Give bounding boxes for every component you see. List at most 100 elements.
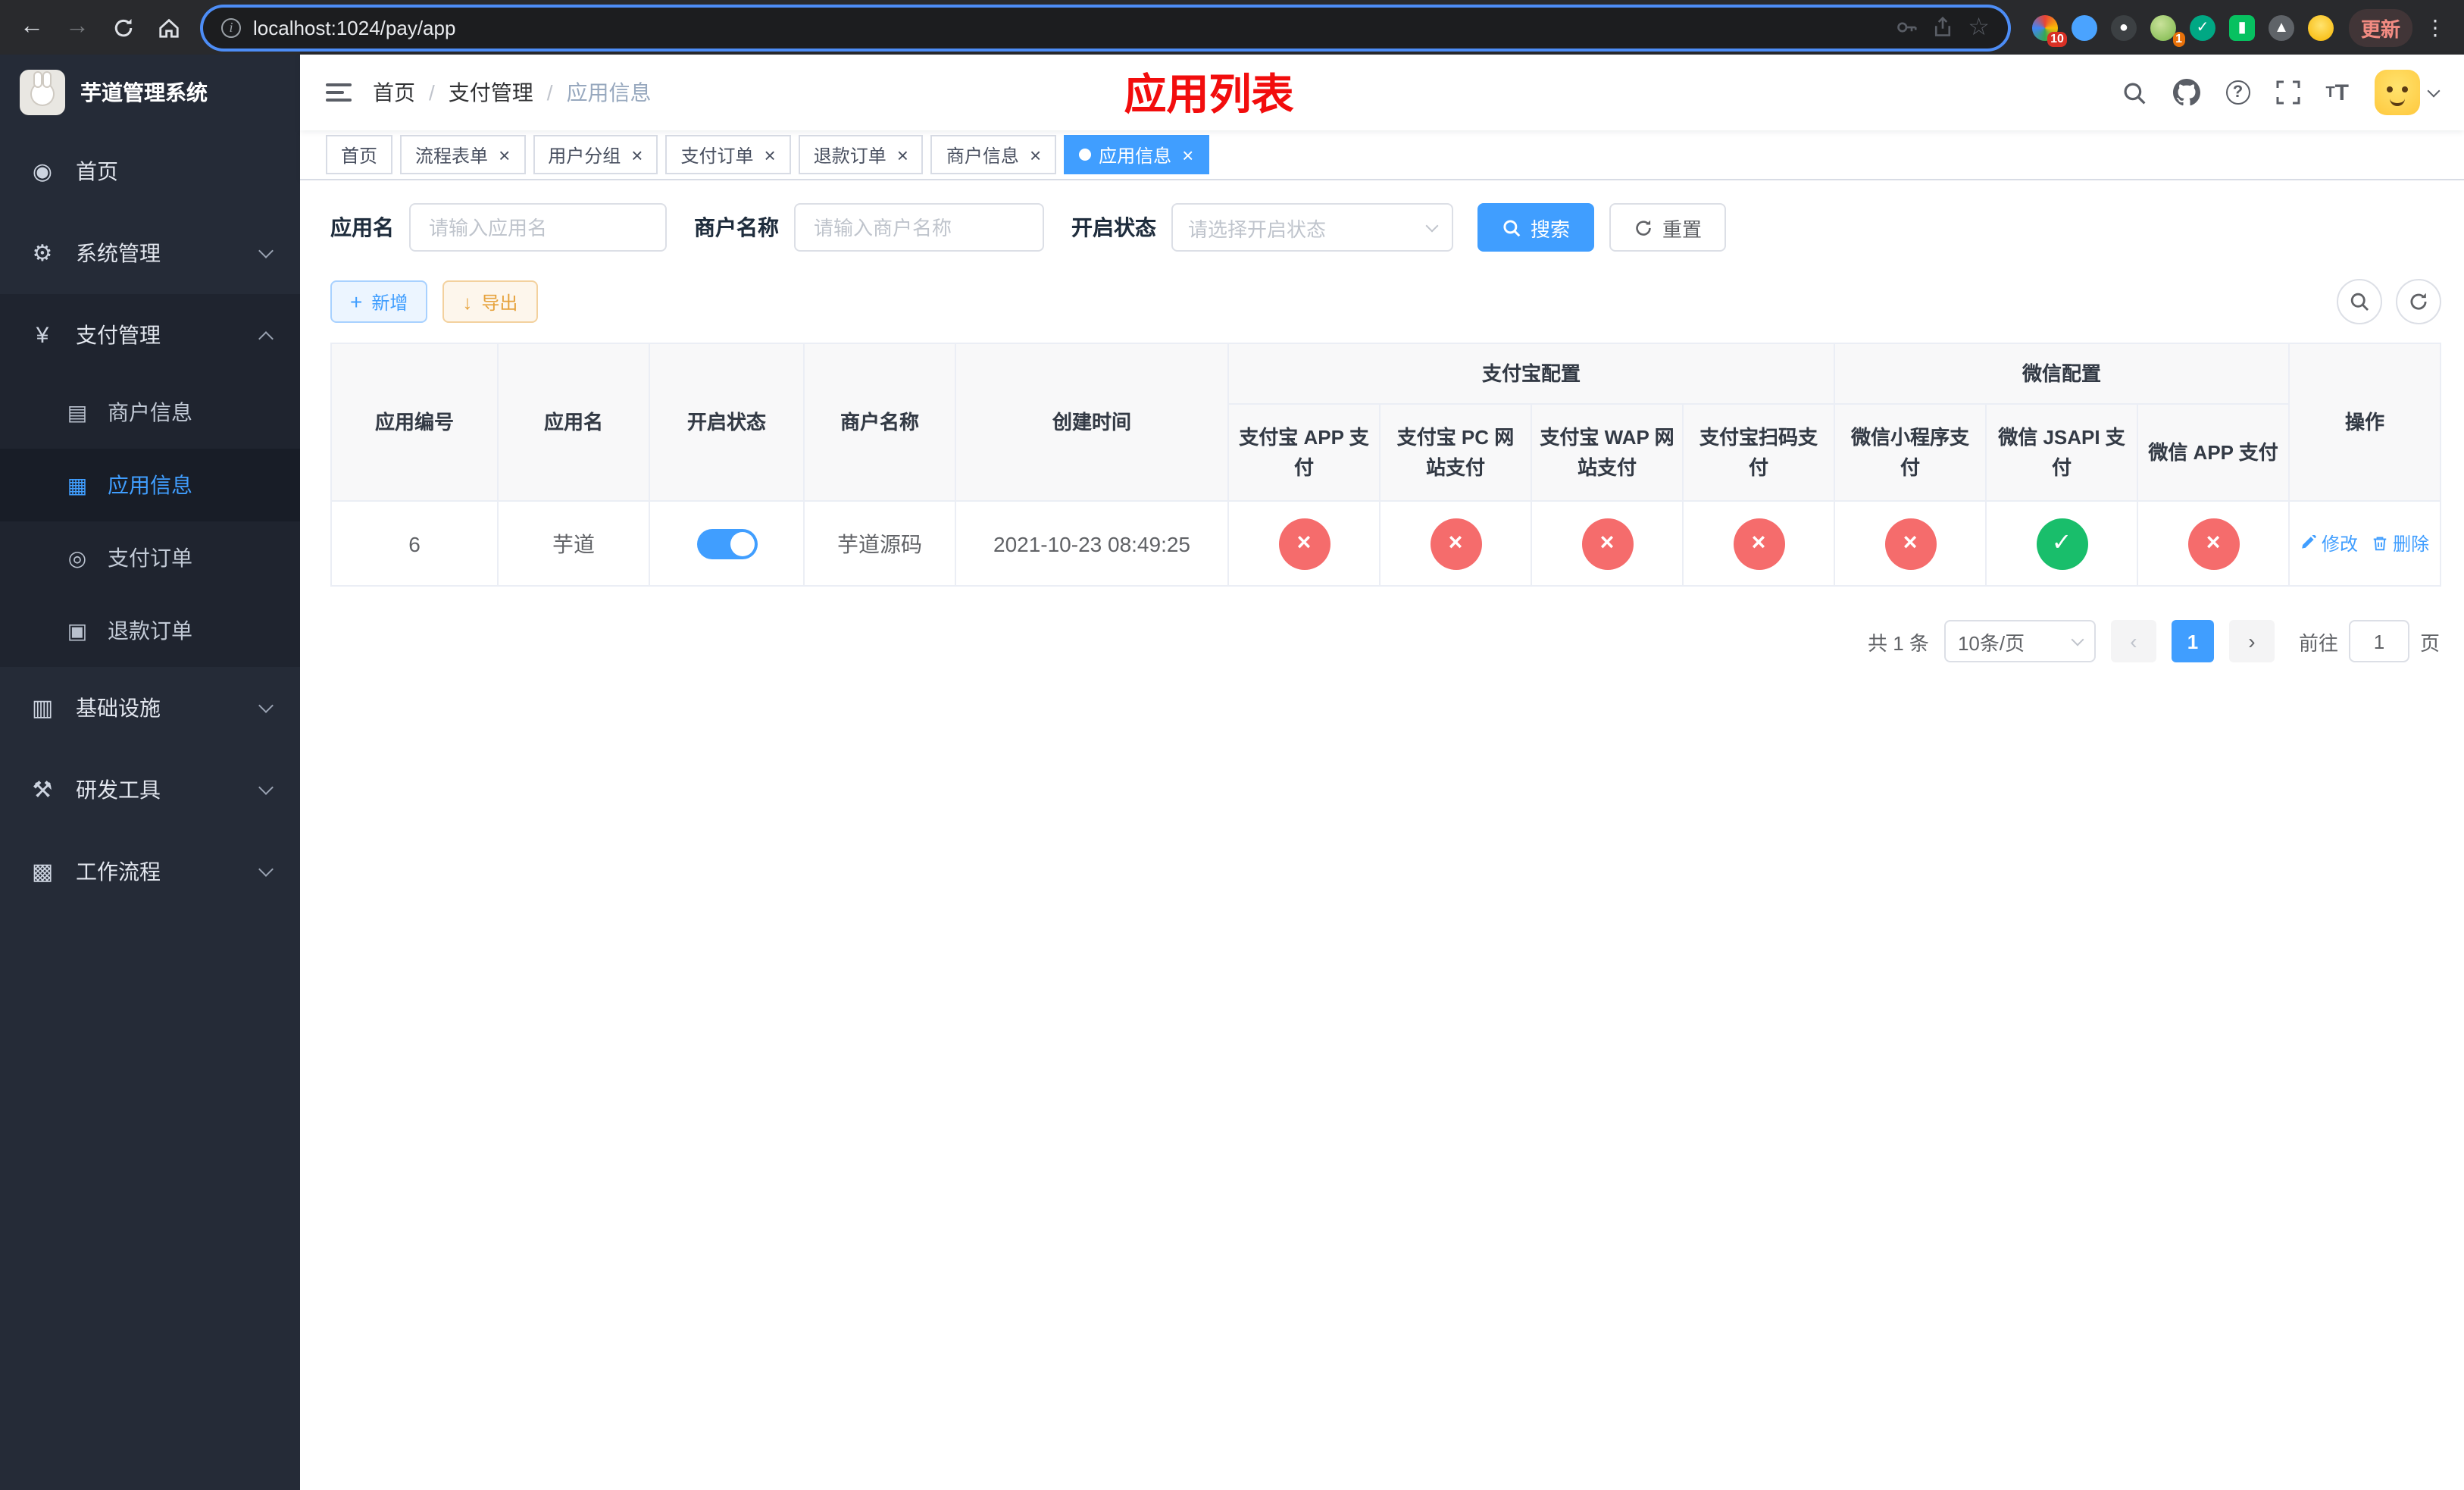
app-logo-row[interactable]: 芋道管理系统 [0,55,300,130]
sidebar-item-system[interactable]: ⚙ 系统管理 [0,212,300,294]
alipay-qr-status-icon: × [1733,518,1784,569]
fullscreen-icon[interactable] [2275,80,2300,105]
next-page-button[interactable]: › [2228,620,2275,662]
cell-merchant: 芋道源码 [803,500,956,587]
goto-page-input[interactable] [2348,620,2409,662]
chevron-down-icon [258,243,274,258]
sidebar-item-refund-order[interactable]: ▣ 退款订单 [0,594,300,667]
browser-menu-icon[interactable]: ⋮ [2419,14,2452,40]
download-icon: ↓ [462,290,473,313]
bookmark-star-icon[interactable]: ☆ [1968,12,1990,42]
extension-icon[interactable]: ✓ [2189,14,2215,40]
col-app-name: 应用名 [497,343,650,502]
sidebar-item-home[interactable]: ◉ 首页 [0,130,300,212]
tab-3[interactable]: 支付订单 × [665,135,791,174]
extension-icon[interactable]: 1 [2150,14,2185,46]
filter-form: 应用名 商户名称 开启状态 请选择开启状态 搜索 重置 [330,203,2441,252]
status-switch[interactable] [696,528,757,559]
prev-page-button[interactable]: ‹ [2110,620,2156,662]
breadcrumb: 首页 / 支付管理 / 应用信息 [373,77,652,108]
grid-icon: ▦ [67,472,88,496]
tab-close-icon[interactable]: × [765,145,776,164]
search-button[interactable]: 搜索 [1477,203,1595,252]
sidebar-item-workflow[interactable]: ▩ 工作流程 [0,831,300,912]
reset-button[interactable]: 重置 [1609,203,1727,252]
extension-badge: 1 [2172,31,2185,46]
breadcrumb-current: 应用信息 [566,80,652,105]
wx-mini-status-icon: × [1884,518,1937,569]
extension-icon[interactable]: ● [2110,14,2137,40]
merchant-name-label: 商户名称 [694,215,779,239]
tab-bar: 首页 流程表单 × 用户分组 × 支付订单 × 退款订单 × 商户信息 × 应用信息 × [300,130,2464,180]
sidebar-item-pay-order[interactable]: ◎ 支付订单 [0,521,300,594]
refresh-button[interactable] [2396,279,2441,324]
sidebar-collapse-icon[interactable] [326,83,352,102]
col-alipay-app: 支付宝 APP 支付 [1227,403,1381,502]
breadcrumb-home[interactable]: 首页 [373,77,415,108]
add-button[interactable]: + 新增 [330,280,428,323]
tab-2[interactable]: 用户分组 × [533,135,658,174]
tab-5[interactable]: 商户信息 × [930,135,1057,174]
tools-icon: ⚒ [32,778,53,803]
extension-icon[interactable]: 10 [2031,14,2067,46]
avatar[interactable] [2375,70,2420,115]
plus-icon: + [350,290,363,314]
delete-link[interactable]: 删除 [2372,531,2429,556]
extension-icon[interactable]: ▮ [2228,14,2255,40]
back-icon[interactable]: ← [12,8,52,47]
tab-0[interactable]: 首页 [326,135,393,174]
tab-close-icon[interactable]: × [897,145,908,164]
tab-close-icon[interactable]: × [1182,145,1193,164]
status-select[interactable]: 请选择开启状态 [1171,203,1453,252]
tab-6[interactable]: 应用信息 × [1064,135,1209,174]
user-menu[interactable] [2375,70,2441,115]
search-icon[interactable] [2121,80,2147,105]
extension-icon[interactable] [2307,14,2334,40]
app-logo [20,70,65,115]
col-wx-mini: 微信小程序支付 [1834,403,1987,502]
tab-close-icon[interactable]: × [631,145,643,164]
help-icon[interactable]: ? [2225,80,2250,105]
sidebar-item-app-info[interactable]: ▦ 应用信息 [0,449,300,521]
goto-prefix: 前往 [2298,631,2338,654]
font-size-icon[interactable]: TT [2325,80,2349,105]
content-area: 应用名 商户名称 开启状态 请选择开启状态 搜索 重置 [300,180,2464,1490]
page-size-select[interactable]: 10条/页 [1943,620,2096,662]
app-table: 应用编号 应用名 开启状态 商户名称 创建时间 支付宝配置 微信配置 操作 支付… [330,343,2442,587]
github-icon[interactable] [2172,79,2200,106]
address-bar[interactable]: i localhost:1024/pay/app ☆ [203,7,2008,48]
chevron-up-icon [258,330,274,346]
sidebar-item-devtools[interactable]: ⚒ 研发工具 [0,749,300,831]
reload-icon[interactable] [103,8,142,47]
tab-close-icon[interactable]: × [499,145,510,164]
cell-created: 2021-10-23 08:49:25 [955,500,1229,587]
sidebar-item-infrastructure[interactable]: ▥ 基础设施 [0,667,300,749]
edit-link[interactable]: 修改 [2300,531,2358,556]
toggle-search-button[interactable] [2337,279,2382,324]
merchant-name-input[interactable] [794,203,1044,252]
app-name-input[interactable] [409,203,667,252]
key-icon[interactable] [1895,17,1916,38]
status-select-placeholder: 请选择开启状态 [1188,218,1327,240]
url-text[interactable]: localhost:1024/pay/app [253,16,1883,39]
chevron-down-icon [258,698,274,713]
col-alipay-wap: 支付宝 WAP 网站支付 [1531,403,1684,502]
tab-4[interactable]: 退款订单 × [798,135,924,174]
extension-icon[interactable]: ▲ [2268,14,2294,40]
sidebar-item-merchant-info[interactable]: ▤ 商户信息 [0,376,300,449]
update-button[interactable]: 更新 [2348,8,2412,46]
info-icon[interactable]: i [221,17,241,37]
tab-1[interactable]: 流程表单 × [400,135,526,174]
home-icon[interactable] [149,8,188,47]
sidebar-item-payment[interactable]: ¥ 支付管理 [0,294,300,376]
breadcrumb-payment[interactable]: 支付管理 [449,77,533,108]
page-number-1[interactable]: 1 [2171,620,2214,662]
share-icon[interactable] [1931,17,1953,38]
export-button[interactable]: ↓ 导出 [442,280,538,323]
sidebar: 芋道管理系统 ◉ 首页 ⚙ 系统管理 ¥ 支付管理 ▤ 商户信息 ▦ 应用信息 … [0,55,300,1490]
cell-app-id: 6 [330,500,499,587]
tab-close-icon[interactable]: × [1030,145,1041,164]
page-title: 应用列表 [1124,71,1294,118]
forward-icon[interactable]: → [58,8,97,47]
extension-icon[interactable] [2071,14,2097,40]
